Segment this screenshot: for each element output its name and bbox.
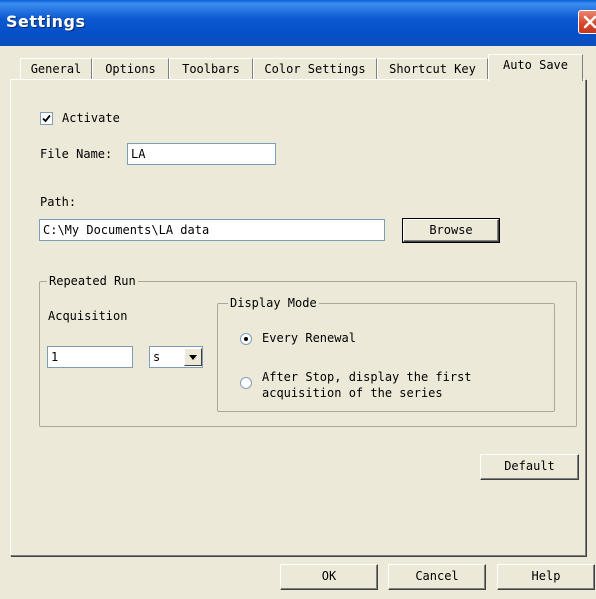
chevron-down-icon [189, 355, 197, 360]
tab-label: General [30, 62, 82, 76]
tab-color-settings[interactable]: Color Settings [253, 58, 377, 80]
tab-label: Shortcut Key [389, 62, 476, 76]
acquisition-label: Acquisition [48, 309, 128, 323]
radio-selected-dot [244, 337, 248, 341]
tab-shortcut-key[interactable]: Shortcut Key [377, 58, 488, 80]
tab-label: Auto Save [502, 58, 569, 72]
title-bar[interactable]: Settings [0, 0, 596, 46]
file-name-label: File Name: [40, 147, 113, 161]
tab-toolbars[interactable]: Toolbars [169, 58, 253, 80]
after-stop-label-line2: acquisition of the series [262, 386, 443, 400]
unit-select-arrow[interactable] [184, 348, 202, 366]
display-mode-title: Display Mode [228, 296, 319, 310]
path-label: Path: [40, 195, 77, 209]
repeated-run-title: Repeated Run [47, 274, 138, 288]
close-button[interactable] [578, 10, 596, 34]
file-name-input[interactable]: LA [127, 143, 276, 165]
after-stop-radio[interactable] [240, 377, 252, 389]
ok-button[interactable]: OK [280, 564, 378, 590]
every-renewal-label: Every Renewal [262, 331, 356, 345]
window-title: Settings [6, 12, 86, 31]
help-button[interactable]: Help [497, 564, 595, 590]
tab-label: Toolbars [182, 62, 240, 76]
activate-label: Activate [62, 111, 120, 125]
cancel-button[interactable]: Cancel [388, 564, 486, 590]
unit-select-value: s [153, 350, 161, 364]
path-input[interactable]: C:\My Documents\LA data [39, 219, 385, 241]
after-stop-label-line1: After Stop, display the first [262, 370, 472, 384]
every-renewal-radio[interactable] [240, 333, 252, 345]
tab-label: Options [105, 62, 156, 76]
acquisition-input[interactable]: 1 [47, 346, 133, 368]
browse-button[interactable]: Browse [402, 218, 500, 243]
default-button[interactable]: Default [480, 454, 579, 480]
checkmark-icon [42, 114, 51, 123]
close-icon [583, 15, 596, 29]
activate-checkbox[interactable] [40, 112, 53, 125]
tab-options[interactable]: Options [92, 58, 169, 80]
tab-auto-save[interactable]: Auto Save [488, 54, 583, 81]
tab-label: Color Settings [264, 62, 366, 76]
tab-general[interactable]: General [20, 58, 92, 80]
